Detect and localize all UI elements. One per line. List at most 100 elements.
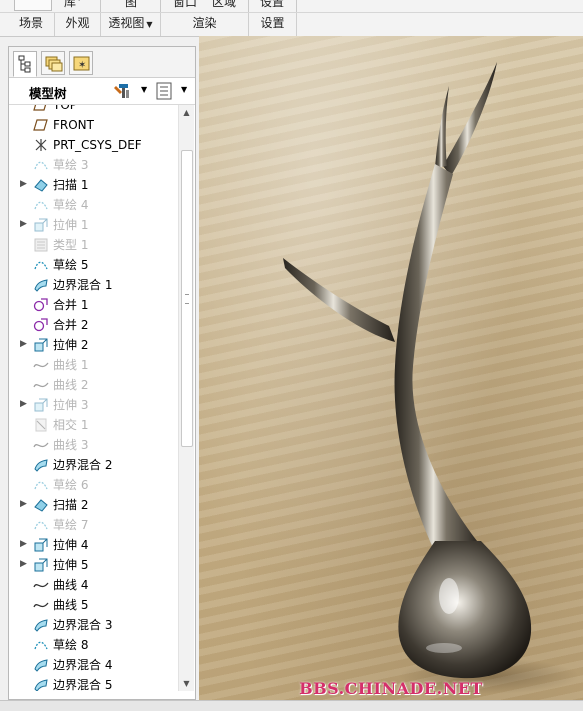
tree-item[interactable]: 曲线 4 [9, 575, 177, 595]
tree-item-label: 边界混合 1 [53, 278, 113, 292]
graphics-viewport[interactable]: BBS.CHINADE.NET [199, 36, 583, 700]
model-tree-tab[interactable] [13, 51, 37, 77]
model-tree-scrollbar[interactable]: ▲ ▼ [178, 105, 194, 691]
window-menu[interactable]: 窗口 [173, 0, 197, 10]
tree-item[interactable]: 边界混合 3 [9, 615, 177, 635]
perspective-dropdown-icon[interactable]: ▼ [146, 20, 152, 29]
tree-settings-dropdown-icon[interactable]: ▼ [141, 85, 147, 94]
group-appearance[interactable]: 外观 [55, 13, 101, 36]
group-scene[interactable]: 场景 [8, 13, 55, 36]
tree-item[interactable]: PRT_CSYS_DEF [9, 135, 177, 155]
sweep-icon [33, 177, 49, 193]
status-bar [0, 700, 583, 711]
tree-item[interactable]: 边界混合 1 [9, 275, 177, 295]
scroll-down-icon[interactable]: ▼ [179, 676, 194, 691]
settings-top-menu[interactable]: 设置 [260, 0, 284, 10]
navigator-panel: ✶ 模型树 ▼ ▼ TOP FRONT PRT_CSYS_DEF 草绘 3 ▶ 扫描 1 草… [8, 46, 196, 700]
layer-tab[interactable] [41, 51, 65, 75]
tree-item-label: 拉伸 5 [53, 558, 89, 572]
tree-item[interactable]: ▶ 拉伸 1 [9, 215, 177, 235]
tree-item-label: 相交 1 [53, 418, 89, 432]
model-tree-icon [18, 55, 31, 73]
tree-item[interactable]: 草绘 5 [9, 255, 177, 275]
tree-item-label: 曲线 5 [53, 598, 89, 612]
favorites-tab[interactable]: ✶ [69, 51, 93, 75]
model-tree-list: TOP FRONT PRT_CSYS_DEF 草绘 3 ▶ 扫描 1 草绘 4 ▶ 拉伸 1 类型… [9, 105, 177, 691]
tree-settings-tools-icon[interactable] [113, 82, 131, 103]
tree-item-label: PRT_CSYS_DEF [53, 138, 142, 152]
tree-item[interactable]: ▶ 拉伸 2 [9, 335, 177, 355]
sketch-icon [33, 157, 49, 173]
tree-item[interactable]: 草绘 7 [9, 515, 177, 535]
tree-item-label: 边界混合 3 [53, 618, 113, 632]
scroll-thumb[interactable] [181, 150, 193, 447]
tree-item[interactable]: 曲线 2 [9, 375, 177, 395]
expand-arrow-icon[interactable]: ▶ [20, 179, 27, 189]
tree-item-label: 边界混合 4 [53, 658, 113, 672]
tree-item-label: 拉伸 4 [53, 538, 89, 552]
favorites-star-icon: ✶ [73, 56, 90, 71]
tree-columns-dropdown-icon[interactable]: ▼ [181, 85, 187, 94]
expand-arrow-icon[interactable]: ▶ [20, 399, 27, 409]
sketch-icon [33, 637, 49, 653]
ribbon-group-labels: 场景 外观 透视图 ▼ 渲染 设置 [0, 12, 583, 36]
tree-item[interactable]: TOP [9, 105, 177, 115]
tree-item[interactable]: ▶ 拉伸 3 [9, 395, 177, 415]
group-render[interactable]: 渲染 [161, 13, 249, 36]
scroll-up-icon[interactable]: ▲ [179, 105, 194, 120]
tree-item[interactable]: ▶ 拉伸 5 [9, 555, 177, 575]
extrude-icon [33, 397, 49, 413]
tree-item[interactable]: 曲线 5 [9, 595, 177, 615]
view-menu[interactable]: 图 [125, 0, 137, 10]
tree-item[interactable]: FRONT [9, 115, 177, 135]
tree-item[interactable]: ▶ 拉伸 4 [9, 535, 177, 555]
tree-item[interactable]: 相交 1 [9, 415, 177, 435]
tree-columns-icon[interactable] [155, 82, 173, 103]
tree-item-label: 草绘 3 [53, 158, 89, 172]
watermark-text: BBS.CHINADE.NET [299, 679, 483, 698]
curve-icon [33, 597, 49, 613]
tree-item[interactable]: 合并 2 [9, 315, 177, 335]
ribbon-clipped-button[interactable] [14, 0, 52, 11]
expand-arrow-icon[interactable]: ▶ [20, 219, 27, 229]
expand-arrow-icon[interactable]: ▶ [20, 339, 27, 349]
antler-vase-model[interactable] [199, 36, 583, 700]
tree-item-label: 草绘 4 [53, 198, 89, 212]
tree-item[interactable]: ▶ 扫描 2 [9, 495, 177, 515]
library-dropdown-icon[interactable]: ▼ [76, 0, 82, 2]
expand-arrow-icon[interactable]: ▶ [20, 499, 27, 509]
tree-item[interactable]: 边界混合 4 [9, 655, 177, 675]
tree-item-label: 曲线 1 [53, 358, 89, 372]
type-icon [33, 237, 49, 253]
curve-icon [33, 437, 49, 453]
extrude-icon [33, 337, 49, 353]
tree-item[interactable]: 合并 1 [9, 295, 177, 315]
tree-item[interactable]: 曲线 1 [9, 355, 177, 375]
tree-item-label: 边界混合 2 [53, 458, 113, 472]
group-perspective[interactable]: 透视图 ▼ [101, 13, 161, 36]
tree-item[interactable]: 边界混合 2 [9, 455, 177, 475]
library-menu[interactable]: 库 [64, 0, 76, 10]
intersect-icon [33, 417, 49, 433]
expand-arrow-icon[interactable]: ▶ [20, 559, 27, 569]
tree-item-label: 类型 1 [53, 238, 89, 252]
curve-icon [33, 357, 49, 373]
tree-item[interactable]: 草绘 6 [9, 475, 177, 495]
boundary-blend-icon [33, 277, 49, 293]
sketch-icon [33, 197, 49, 213]
tree-item[interactable]: 边界混合 5 [9, 675, 177, 691]
group-settings[interactable]: 设置 [249, 13, 297, 36]
tree-item[interactable]: 草绘 3 [9, 155, 177, 175]
tree-item[interactable]: ▶ 扫描 1 [9, 175, 177, 195]
tree-item[interactable]: 曲线 3 [9, 435, 177, 455]
tree-item[interactable]: 草绘 4 [9, 195, 177, 215]
tree-item-label: 拉伸 2 [53, 338, 89, 352]
tree-item[interactable]: 草绘 8 [9, 635, 177, 655]
ribbon: 库 ▼ 图 窗口 区域 设置 场景 外观 透视图▼ 渲染 设置 [0, 0, 583, 37]
sweep-icon [33, 497, 49, 513]
region-menu[interactable]: 区域 [212, 0, 236, 10]
expand-arrow-icon[interactable]: ▶ [20, 539, 27, 549]
tree-item-label: 拉伸 1 [53, 218, 89, 232]
tree-item[interactable]: 类型 1 [9, 235, 177, 255]
navigator-tabs: ✶ [9, 47, 195, 78]
